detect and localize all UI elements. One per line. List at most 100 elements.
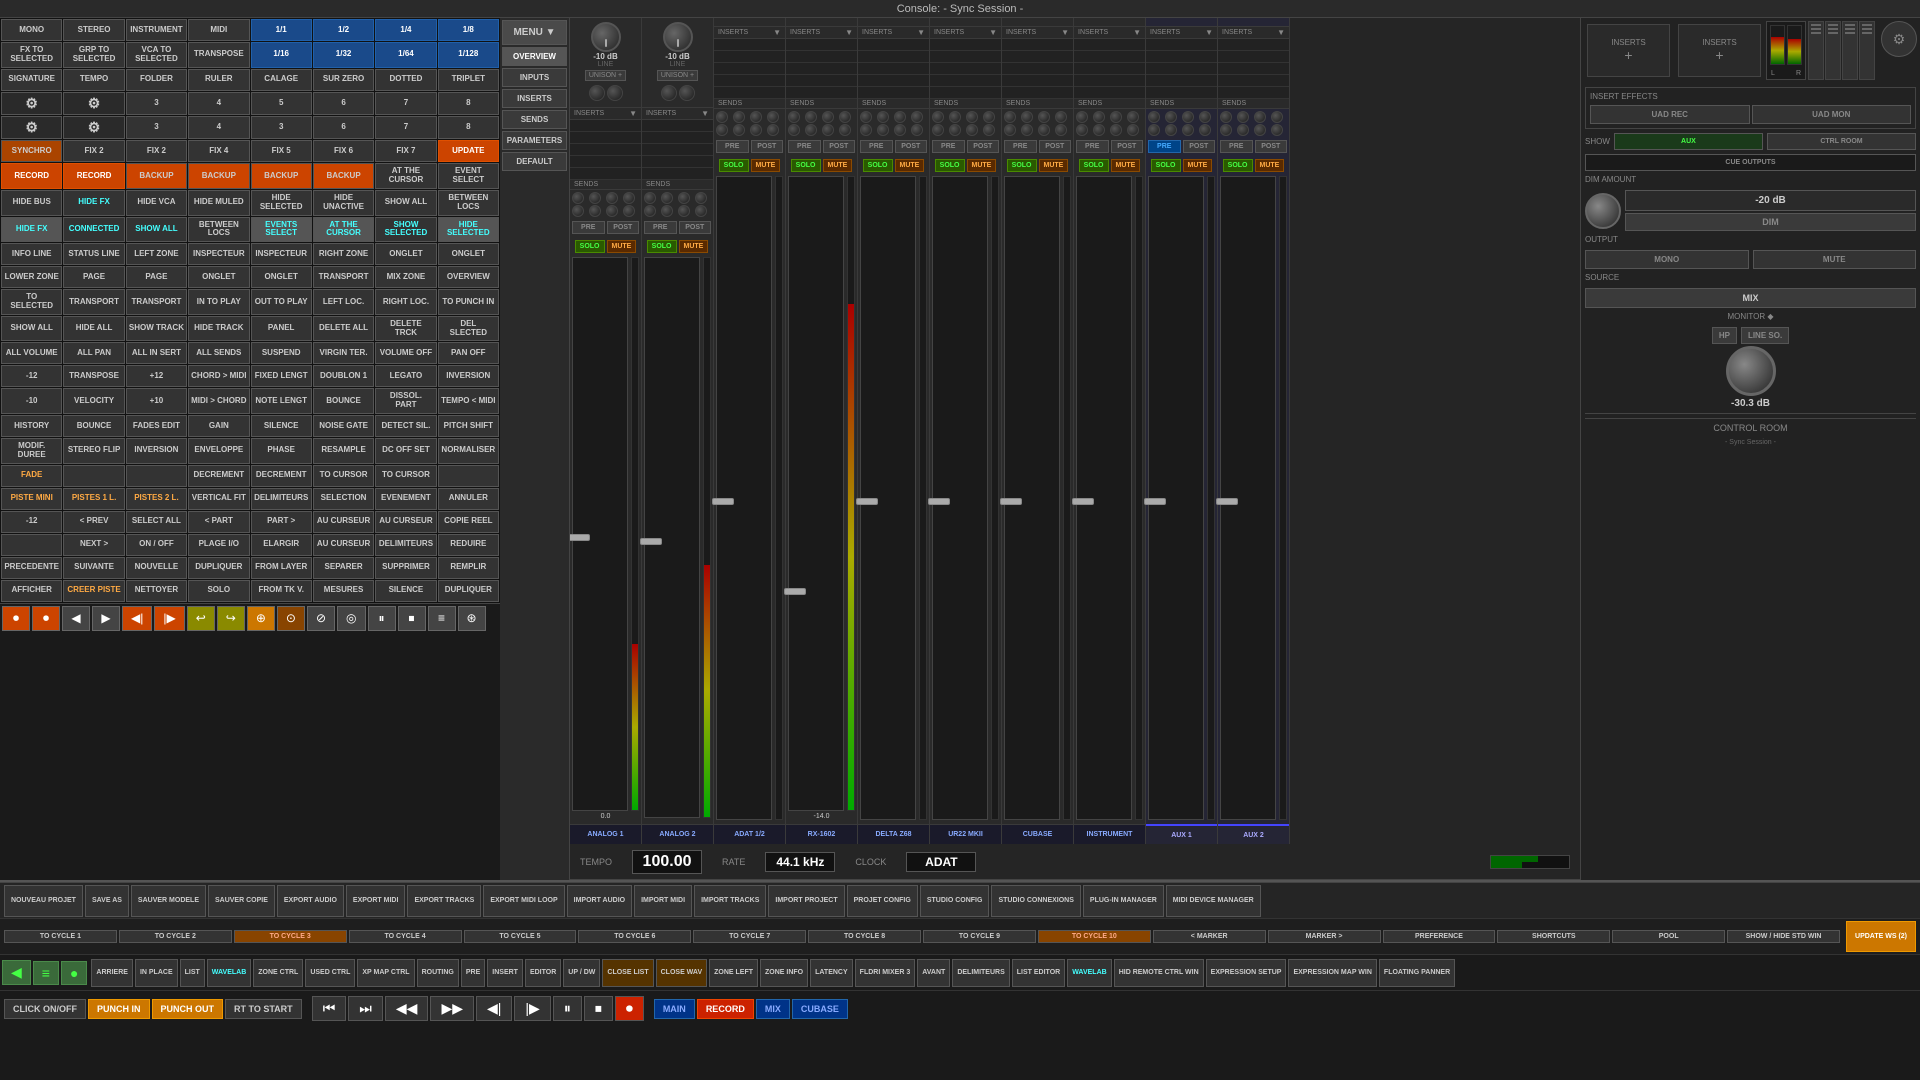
insert-slot-9-1[interactable]	[1218, 51, 1289, 63]
insert-slot-1-3[interactable]	[642, 156, 713, 168]
punch-in-btn[interactable]: PUNCH IN	[88, 999, 150, 1019]
parameters-tab[interactable]: PARAMETERS	[502, 131, 567, 150]
inserts-arrow-6[interactable]: ▼	[1061, 28, 1069, 37]
shortcut-btn-11-7[interactable]: TO PUNCH IN	[438, 289, 499, 315]
bottom-row-btn-10[interactable]: EDITOR	[525, 959, 561, 987]
send-knob-4-7[interactable]	[911, 124, 923, 136]
shortcut-btn-0-7[interactable]: 1/8	[438, 19, 499, 41]
shortcut-btn-18-7[interactable]	[438, 465, 499, 487]
post-btn-9[interactable]: POST	[1255, 140, 1288, 153]
transport-control-2[interactable]: ◀◀	[385, 996, 429, 1021]
dial-1-0[interactable]	[661, 85, 677, 101]
send-knob-9-0[interactable]	[1220, 111, 1232, 123]
mute-btn-4[interactable]: MUTE	[895, 159, 925, 172]
insert-slot-8-2[interactable]	[1146, 63, 1217, 75]
insert-slot-0-1[interactable]	[570, 132, 641, 144]
send-knob-1-6[interactable]	[678, 205, 690, 217]
aux-btn[interactable]: AUX	[1614, 133, 1763, 150]
action-btn-0[interactable]: NOUVEAU PROJET	[4, 885, 83, 917]
insert-slot-2-0[interactable]	[714, 39, 785, 51]
shortcut-btn-12-2[interactable]: SHOW TRACK	[126, 316, 187, 342]
send-knob-7-0[interactable]	[1076, 111, 1088, 123]
transport-btn-7[interactable]: ↪	[217, 606, 245, 631]
bottom-row-btn-20[interactable]: LIST EDITOR	[1012, 959, 1065, 987]
send-knob-8-7[interactable]	[1199, 124, 1211, 136]
shortcut-btn-10-4[interactable]: ONGLET	[251, 266, 312, 288]
shortcut-btn-20-6[interactable]: AU CURSEUR	[375, 511, 436, 533]
send-knob-5-7[interactable]	[983, 124, 995, 136]
shortcut-btn-19-3[interactable]: VERTICAL FIT	[188, 488, 249, 510]
send-knob-4-5[interactable]	[877, 124, 889, 136]
action-btn-3[interactable]: SAUVER COPIE	[208, 885, 275, 917]
transport-control-5[interactable]: |▶	[514, 996, 550, 1021]
shortcut-btn-20-5[interactable]: AU CURSEUR	[313, 511, 374, 533]
shortcut-btn-3-7[interactable]: 8	[438, 92, 499, 115]
shortcut-btn-5-4[interactable]: Fix 5	[251, 140, 312, 162]
send-knob-0-1[interactable]	[589, 192, 601, 204]
mute-btn-0[interactable]: MUTE	[607, 240, 637, 253]
insert-slot-1-1[interactable]	[642, 132, 713, 144]
mute-btn-5[interactable]: MUTE	[967, 159, 997, 172]
send-knob-2-6[interactable]	[750, 124, 762, 136]
cycle-btn-7[interactable]: TO CYCLE 8	[808, 930, 921, 943]
shortcut-btn-18-5[interactable]: TO CURSOR	[313, 465, 374, 487]
insert-slot-1-0[interactable]	[642, 120, 713, 132]
shortcut-btn-20-4[interactable]: PART >	[251, 511, 312, 533]
channel-name-2[interactable]: ADAT 1/2	[714, 824, 785, 844]
shortcut-btn-7-2[interactable]: Hide VCA	[126, 190, 187, 216]
shortcut-btn-9-2[interactable]: LEFT ZONE	[126, 243, 187, 265]
shortcut-btn-18-2[interactable]	[126, 465, 187, 487]
sends-tab[interactable]: SENDS	[502, 110, 567, 129]
shortcut-btn-3-2[interactable]: 3	[126, 92, 187, 115]
bottom-row-btn-11[interactable]: UP / DW	[563, 959, 600, 987]
shortcut-btn-8-2[interactable]: Show All	[126, 217, 187, 243]
mute-btn-7[interactable]: MUTE	[1111, 159, 1141, 172]
send-knob-7-1[interactable]	[1093, 111, 1105, 123]
send-knob-9-5[interactable]	[1237, 124, 1249, 136]
shortcut-btn-5-2[interactable]: Fix 2	[126, 140, 187, 162]
channel-name-9[interactable]: AUX 2	[1218, 824, 1289, 844]
shortcut-btn-0-4[interactable]: 1/1	[251, 19, 312, 41]
shortcut-btn-2-7[interactable]: TRIPLET	[438, 69, 499, 91]
shortcut-btn-3-6[interactable]: 7	[375, 92, 436, 115]
fader-handle-0[interactable]	[570, 534, 590, 541]
pre-btn-8[interactable]: PRE	[1148, 140, 1181, 153]
shortcut-btn-6-5[interactable]: BACKUP	[313, 163, 374, 189]
insert-slot-6-0[interactable]	[1002, 39, 1073, 51]
shortcut-btn-11-5[interactable]: LEFT LOC.	[313, 289, 374, 315]
record-workspace-btn[interactable]: RECORD	[697, 999, 754, 1019]
send-knob-5-6[interactable]	[966, 124, 978, 136]
shortcut-btn-23-2[interactable]: NETTOYER	[126, 580, 187, 602]
shortcut-btn-8-3[interactable]: Between Locs	[188, 217, 249, 243]
shortcut-btn-11-1[interactable]: TRANSPORT	[63, 289, 124, 315]
solo-btn-1[interactable]: SOLO	[647, 240, 677, 253]
send-knob-3-0[interactable]	[788, 111, 800, 123]
transport-btn-8[interactable]: ⊕	[247, 606, 275, 631]
shortcut-btn-8-7[interactable]: Hide Selected	[438, 217, 499, 243]
mute-btn-8[interactable]: MUTE	[1183, 159, 1213, 172]
insert-slot-5-0[interactable]	[930, 39, 1001, 51]
action-btn-8[interactable]: IMPORT AUDIO	[567, 885, 632, 917]
bottom-row-btn-1[interactable]: IN PLACE	[135, 959, 178, 987]
shortcut-btn-1-2[interactable]: VCA TO Selected	[126, 42, 187, 68]
send-knob-3-2[interactable]	[822, 111, 834, 123]
shortcut-btn-1-3[interactable]: TRANSPOSE	[188, 42, 249, 68]
transport-btn-11[interactable]: ◎	[337, 606, 365, 631]
solo-btn-4[interactable]: SOLO	[863, 159, 893, 172]
inserts-arrow-3[interactable]: ▼	[845, 28, 853, 37]
inserts-arrow-2[interactable]: ▼	[773, 28, 781, 37]
cycle-btn-6[interactable]: TO CYCLE 7	[693, 930, 806, 943]
shortcut-btn-2-2[interactable]: FOLDER	[126, 69, 187, 91]
send-knob-0-4[interactable]	[572, 205, 584, 217]
cycle-btn-4[interactable]: TO CYCLE 5	[464, 930, 577, 943]
insert-slot-4-3[interactable]	[858, 75, 929, 87]
shortcut-btn-0-3[interactable]: MIDI	[188, 19, 249, 41]
insert-slot-1-4[interactable]	[642, 168, 713, 180]
shortcut-btn-6-3[interactable]: BACKUP	[188, 163, 249, 189]
fader-track-2[interactable]	[716, 176, 772, 820]
shortcut-btn-2-6[interactable]: DOTTED	[375, 69, 436, 91]
shortcut-btn-19-0[interactable]: PISTE MINI	[1, 488, 62, 510]
fader-handle-8[interactable]	[1144, 498, 1166, 505]
pre-btn-6[interactable]: PRE	[1004, 140, 1037, 153]
send-knob-0-0[interactable]	[572, 192, 584, 204]
